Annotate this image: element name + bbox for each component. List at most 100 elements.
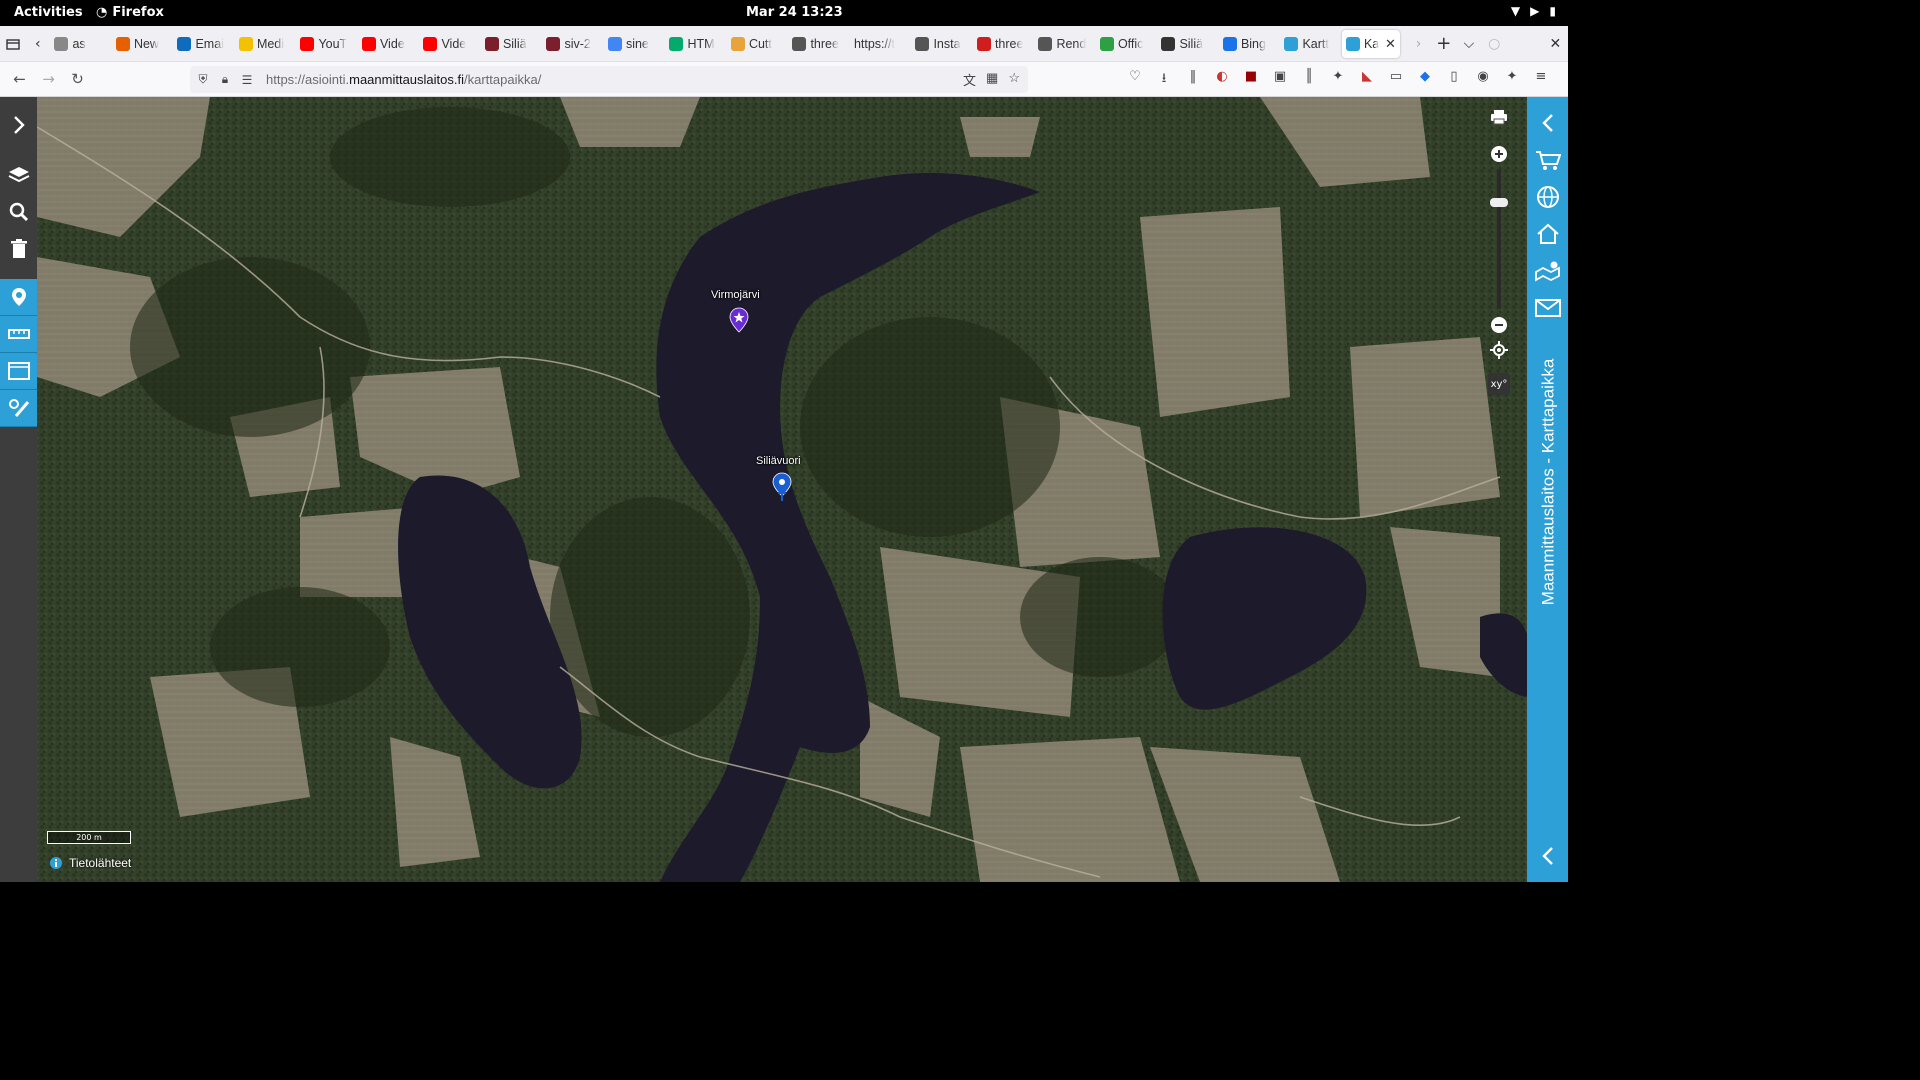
shield-icon[interactable]: ⛨ bbox=[192, 72, 214, 87]
scroll-tabs-right-button[interactable]: › bbox=[1406, 30, 1431, 58]
system-tray[interactable]: ▼ ▶ ▮ bbox=[1511, 4, 1556, 18]
home-button[interactable] bbox=[1527, 215, 1568, 252]
measure-area-button[interactable] bbox=[0, 353, 37, 390]
extensions-icon[interactable]: ✦ bbox=[1503, 69, 1521, 91]
url-text[interactable]: https://asiointi.maanmittauslaitos.fi/ka… bbox=[266, 72, 541, 87]
clock[interactable]: Mar 24 13:23 bbox=[746, 5, 843, 20]
collapse-bottom-button[interactable] bbox=[1527, 837, 1568, 874]
tab[interactable]: Medi bbox=[235, 30, 297, 58]
panel-title-text: Maanmittauslaitos - Karttapaikka bbox=[1538, 358, 1558, 606]
zoom-out-button[interactable] bbox=[1486, 312, 1512, 338]
reload-icon: ↻ bbox=[71, 70, 84, 88]
shop-button[interactable] bbox=[1527, 141, 1568, 178]
tab[interactable]: Vide bbox=[358, 30, 420, 58]
measure-line-button[interactable] bbox=[0, 316, 37, 353]
tab[interactable]: three bbox=[973, 30, 1035, 58]
firefox-view-button[interactable] bbox=[0, 30, 25, 58]
menu-icon[interactable]: ≡ bbox=[1532, 69, 1550, 91]
extension-3-icon[interactable]: ║ bbox=[1300, 69, 1318, 91]
marker-tool-button[interactable] bbox=[0, 279, 37, 316]
close-tab-icon[interactable]: ✕ bbox=[1385, 36, 1396, 52]
bookmark-star-icon[interactable]: ☆ bbox=[1008, 70, 1020, 89]
wikipedia-icon bbox=[1161, 36, 1176, 51]
translate-icon[interactable]: 文 bbox=[963, 70, 976, 89]
tab[interactable]: Insta bbox=[911, 30, 973, 58]
language-button[interactable] bbox=[1527, 178, 1568, 215]
back-button[interactable]: ← bbox=[5, 70, 34, 88]
forward-button[interactable]: → bbox=[34, 70, 63, 88]
extension-7-icon[interactable]: ◆ bbox=[1416, 69, 1434, 91]
tab[interactable]: Rend bbox=[1034, 30, 1096, 58]
print-button[interactable] bbox=[1486, 104, 1512, 130]
tab[interactable]: New bbox=[112, 30, 174, 58]
scroll-tabs-left-button[interactable]: ‹ bbox=[25, 30, 50, 58]
map-view[interactable]: Virmojärvi Siliävuori xy° 200 m Tietoläh… bbox=[0, 97, 1568, 882]
bookmark-flag-icon bbox=[1038, 36, 1053, 51]
tab[interactable]: Vide bbox=[419, 30, 481, 58]
qr-code-icon[interactable]: ▦ bbox=[986, 70, 998, 89]
map-layers-button[interactable] bbox=[0, 156, 37, 193]
tab[interactable]: as bbox=[50, 30, 112, 58]
zoom-in-button[interactable] bbox=[1486, 141, 1512, 167]
plus-icon: + bbox=[1436, 33, 1452, 54]
tab[interactable]: Kartt bbox=[1280, 30, 1342, 58]
tab[interactable]: YouT bbox=[296, 30, 358, 58]
expand-panel-button[interactable] bbox=[0, 97, 37, 152]
zoom-slider-handle[interactable] bbox=[1490, 198, 1508, 207]
tab[interactable]: Bing bbox=[1219, 30, 1281, 58]
locate-me-button[interactable] bbox=[1486, 337, 1512, 363]
tab[interactable]: Offic bbox=[1096, 30, 1158, 58]
feedback-button[interactable] bbox=[1527, 289, 1568, 326]
clear-button[interactable] bbox=[0, 230, 37, 267]
arrow-left-icon: ← bbox=[13, 70, 26, 88]
lock-icon[interactable]: 🔒︎ bbox=[214, 72, 236, 87]
tab-active[interactable]: Ka ✕ bbox=[1341, 29, 1400, 58]
tab[interactable]: HTM bbox=[665, 30, 727, 58]
app-menu[interactable]: ◔ Firefox bbox=[96, 5, 164, 20]
window-close-button[interactable]: ✕ bbox=[1543, 30, 1568, 58]
downloads-icon[interactable]: ⭳ bbox=[1155, 69, 1173, 91]
list-all-tabs-button[interactable]: ⌵ bbox=[1456, 30, 1481, 58]
library-icon[interactable]: ‖ bbox=[1184, 69, 1202, 91]
search-button[interactable] bbox=[0, 193, 37, 230]
map-services-button[interactable] bbox=[1527, 252, 1568, 289]
extension-9-icon[interactable]: ◉ bbox=[1474, 69, 1492, 91]
place-marker-pin-icon[interactable] bbox=[772, 472, 792, 502]
permissions-icon[interactable]: ☰ bbox=[236, 73, 258, 87]
data-sources-link[interactable]: Tietolähteet bbox=[49, 856, 131, 870]
collapse-panel-button[interactable] bbox=[1527, 104, 1568, 141]
reload-button[interactable]: ↻ bbox=[63, 70, 92, 88]
url-bar[interactable]: ⛨ 🔒︎ ☰ https://asiointi.maanmittauslaito… bbox=[190, 66, 1028, 93]
extension-4-icon[interactable]: ✦ bbox=[1329, 69, 1347, 91]
zoom-in-icon bbox=[1491, 146, 1507, 162]
ublock-icon[interactable]: ■ bbox=[1242, 69, 1260, 91]
activities-button[interactable]: Activities bbox=[14, 5, 83, 20]
tab[interactable]: siv-2 bbox=[542, 30, 604, 58]
tab-label: Siliä bbox=[502, 36, 527, 51]
new-tab-button[interactable]: + bbox=[1431, 30, 1456, 58]
tab[interactable]: Emai bbox=[173, 30, 235, 58]
draw-tool-button[interactable] bbox=[0, 390, 37, 427]
tab[interactable]: Siliä bbox=[1157, 30, 1219, 58]
tab[interactable]: https://t bbox=[850, 30, 912, 58]
tab-label: Kartt bbox=[1302, 36, 1329, 51]
generic-tab-icon bbox=[54, 36, 69, 51]
pocket-icon[interactable]: ♡ bbox=[1126, 69, 1144, 91]
scale-bar-label: 200 m bbox=[76, 833, 102, 842]
tab[interactable]: three bbox=[788, 30, 850, 58]
zoom-slider-track[interactable] bbox=[1497, 169, 1501, 309]
ruler-icon bbox=[7, 329, 30, 339]
place-marker-star-icon[interactable] bbox=[729, 307, 749, 333]
chevron-down-icon: ⌵ bbox=[1463, 35, 1475, 52]
tab[interactable]: sine bbox=[604, 30, 666, 58]
tab-label: Vide bbox=[379, 36, 405, 51]
extension-6-icon[interactable]: ▭ bbox=[1387, 69, 1405, 91]
virmojarvi-label: Virmojärvi bbox=[711, 289, 760, 301]
extension-8-icon[interactable]: ▯ bbox=[1445, 69, 1463, 91]
tab[interactable]: Siliä bbox=[481, 30, 543, 58]
extension-1-icon[interactable]: ◐ bbox=[1213, 69, 1231, 91]
tab[interactable]: Cutt bbox=[727, 30, 789, 58]
extension-2-icon[interactable]: ▣ bbox=[1271, 69, 1289, 91]
extension-5-icon[interactable]: ◣ bbox=[1358, 69, 1376, 91]
coordinate-tool-button[interactable]: xy° bbox=[1488, 373, 1510, 395]
